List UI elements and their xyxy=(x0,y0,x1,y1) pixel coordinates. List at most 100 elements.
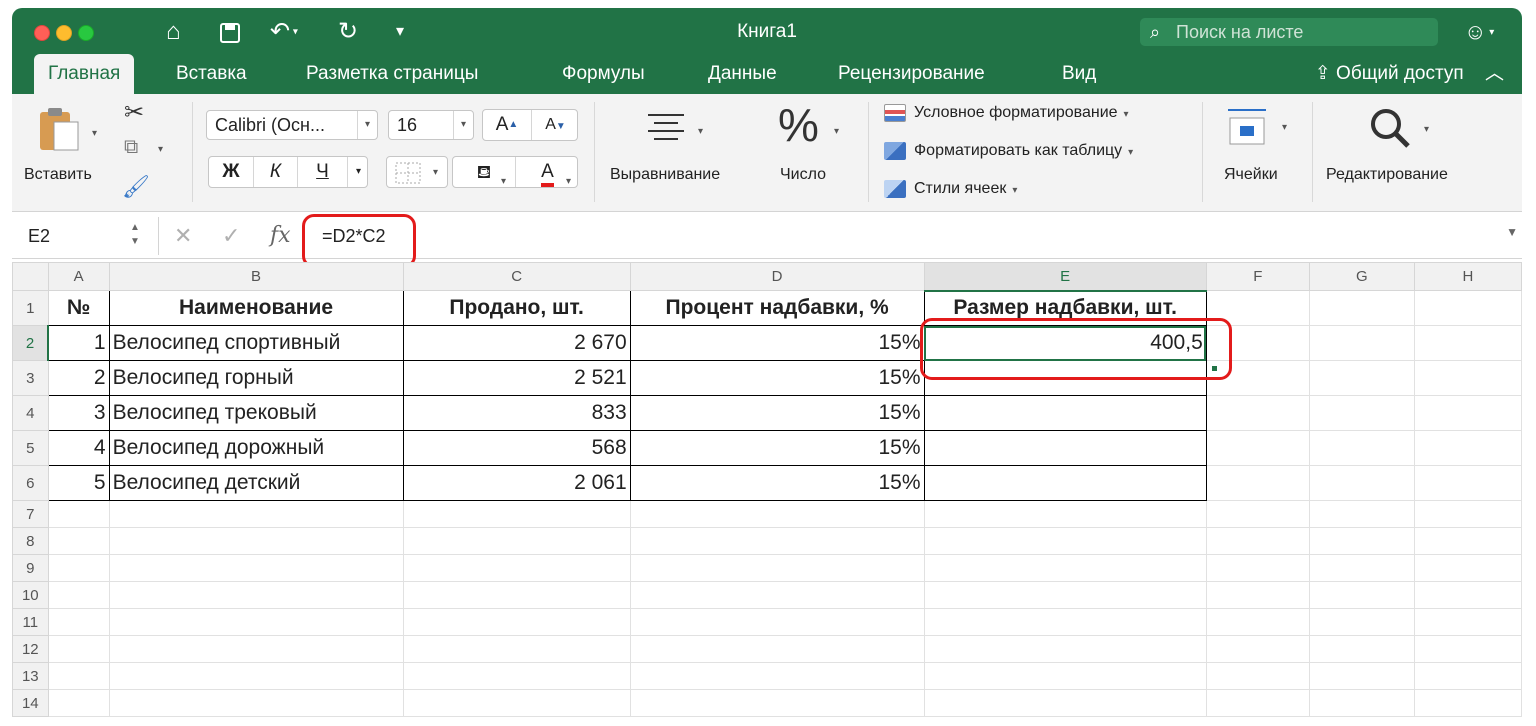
name-box-stepper[interactable]: ▲ ▼ xyxy=(130,221,140,249)
cell[interactable] xyxy=(1413,527,1522,555)
conditional-formatting-button[interactable]: Условное форматирование ▾ xyxy=(884,102,1129,124)
cell[interactable] xyxy=(629,689,925,717)
minimize-window-button[interactable] xyxy=(56,25,72,41)
cell[interactable] xyxy=(629,635,925,663)
row-header[interactable]: 8 xyxy=(12,527,49,555)
cell[interactable]: 3 xyxy=(47,395,110,431)
cell[interactable] xyxy=(629,554,925,582)
cell[interactable] xyxy=(1205,608,1310,636)
row-header[interactable]: 3 xyxy=(12,360,49,396)
tab-formulas[interactable]: Формулы xyxy=(548,54,659,94)
cell[interactable]: 5 xyxy=(47,465,110,501)
undo-icon[interactable]: ↶ ▾ xyxy=(270,17,298,48)
cell[interactable] xyxy=(1413,430,1522,466)
font-name-select[interactable]: Calibri (Осн... ▾ xyxy=(206,110,378,140)
cell[interactable] xyxy=(108,554,404,582)
check-icon[interactable]: ✓ xyxy=(222,221,240,251)
cell[interactable] xyxy=(47,608,110,636)
row-header[interactable]: 11 xyxy=(12,608,49,636)
maximize-window-button[interactable] xyxy=(78,25,94,41)
cell[interactable] xyxy=(923,395,1207,431)
cells-button[interactable]: ▾ Ячейки xyxy=(1212,104,1302,196)
cell[interactable] xyxy=(1205,581,1310,609)
cell[interactable] xyxy=(923,430,1207,466)
cell[interactable] xyxy=(923,689,1207,717)
cell[interactable] xyxy=(402,554,631,582)
cell[interactable] xyxy=(1205,554,1310,582)
cell[interactable]: Велосипед трековый xyxy=(108,395,404,431)
bold-button[interactable]: Ж xyxy=(209,157,253,187)
cell[interactable] xyxy=(629,581,925,609)
cell[interactable] xyxy=(1205,527,1310,555)
cell[interactable] xyxy=(1205,635,1310,663)
cell[interactable]: 568 xyxy=(402,430,631,466)
cell[interactable] xyxy=(47,554,110,582)
cell[interactable]: Велосипед горный xyxy=(108,360,404,396)
row-header[interactable]: 13 xyxy=(12,662,49,690)
tab-insert[interactable]: Вставка xyxy=(162,54,261,94)
cell[interactable] xyxy=(1413,554,1522,582)
cut-icon[interactable]: ✂ xyxy=(124,98,144,127)
decrease-font-button[interactable]: A▼ xyxy=(531,110,579,140)
row-header[interactable]: 14 xyxy=(12,689,49,717)
copy-icon[interactable]: ⧉ ▾ xyxy=(124,136,163,159)
fill-color-button[interactable]: ⛾ ▾ xyxy=(453,157,515,187)
cell[interactable] xyxy=(629,527,925,555)
cell[interactable] xyxy=(402,608,631,636)
save-icon[interactable] xyxy=(218,17,242,53)
cell[interactable]: Велосипед спортивный xyxy=(108,325,404,361)
row-header[interactable]: 2 xyxy=(12,325,50,361)
cell[interactable] xyxy=(47,581,110,609)
cancel-icon[interactable]: ✕ xyxy=(174,221,192,251)
cell[interactable] xyxy=(1205,395,1310,431)
cell[interactable] xyxy=(1308,581,1415,609)
column-header[interactable]: H xyxy=(1413,262,1522,291)
cell[interactable] xyxy=(1308,395,1415,431)
cell[interactable] xyxy=(923,635,1207,663)
cell[interactable] xyxy=(1413,581,1522,609)
font-color-button[interactable]: A ▾ xyxy=(515,157,579,187)
cell[interactable] xyxy=(108,662,404,690)
cell[interactable]: Процент надбавки, % xyxy=(629,290,925,326)
cell[interactable] xyxy=(402,662,631,690)
cell[interactable] xyxy=(1205,662,1310,690)
cell[interactable] xyxy=(1413,608,1522,636)
cell[interactable]: 2 521 xyxy=(402,360,631,396)
cell[interactable] xyxy=(108,635,404,663)
underline-button[interactable]: Ч xyxy=(297,157,347,187)
cell[interactable] xyxy=(402,500,631,528)
cell[interactable]: 15% xyxy=(629,325,925,361)
share-button[interactable]: ⇪ Общий доступ ︿ xyxy=(1315,54,1504,94)
cell[interactable] xyxy=(923,608,1207,636)
cell[interactable] xyxy=(1308,662,1415,690)
cell[interactable] xyxy=(1308,608,1415,636)
cell[interactable]: Наименование xyxy=(108,290,404,326)
cell[interactable]: № xyxy=(47,290,110,326)
cell[interactable] xyxy=(923,465,1207,501)
cell[interactable]: 1 xyxy=(47,325,110,361)
number-format-button[interactable]: % ▾ Число xyxy=(764,98,852,198)
cell[interactable] xyxy=(629,500,925,528)
paste-button[interactable]: ▾ Вставить xyxy=(24,104,100,194)
select-all-corner[interactable] xyxy=(12,262,49,291)
row-header[interactable]: 4 xyxy=(12,395,49,431)
cell[interactable] xyxy=(47,527,110,555)
cell[interactable] xyxy=(1413,360,1522,396)
format-as-table-button[interactable]: Форматировать как таблицу ▾ xyxy=(884,140,1133,162)
cell[interactable] xyxy=(1205,500,1310,528)
cell[interactable] xyxy=(1308,325,1415,361)
cell[interactable] xyxy=(402,689,631,717)
cell[interactable] xyxy=(923,500,1207,528)
cell[interactable] xyxy=(47,500,110,528)
collapse-ribbon-icon[interactable]: ︿ xyxy=(1485,63,1504,84)
cell[interactable] xyxy=(402,527,631,555)
cell[interactable] xyxy=(629,608,925,636)
cell[interactable]: Велосипед дорожный xyxy=(108,430,404,466)
cell[interactable]: 833 xyxy=(402,395,631,431)
cell[interactable] xyxy=(108,689,404,717)
editing-button[interactable]: ▾ Редактирование xyxy=(1322,104,1482,196)
cell[interactable] xyxy=(1308,689,1415,717)
row-header[interactable]: 1 xyxy=(12,290,49,326)
cell[interactable] xyxy=(1308,430,1415,466)
sheet-search-input[interactable]: ⌕ Поиск на листе xyxy=(1140,18,1438,46)
